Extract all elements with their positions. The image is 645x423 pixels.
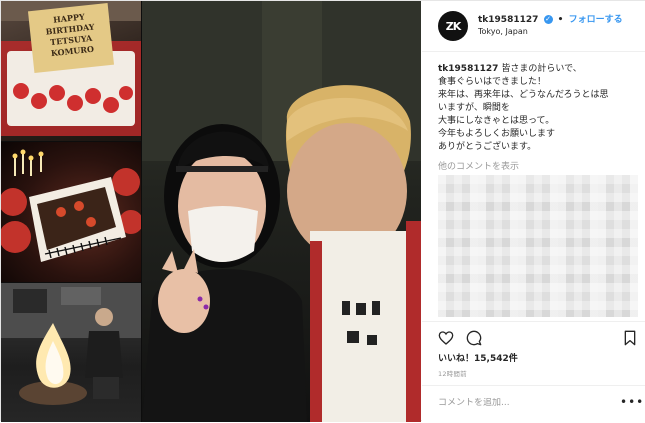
verified-badge-icon: ✓ xyxy=(543,15,553,24)
photo-bonfire xyxy=(1,283,141,422)
photo-piano-cake xyxy=(1,142,141,282)
comment-icon[interactable] xyxy=(466,330,482,346)
comments-pixelated-area xyxy=(438,175,638,317)
caption-line: tk19581127 皆さまの計らいで、 xyxy=(438,63,638,76)
caption-username-link[interactable]: tk19581127 xyxy=(438,64,498,74)
caption-line: 来年は、再来年は、どうなんだろうとは思 xyxy=(438,90,609,100)
comment-input[interactable] xyxy=(438,398,608,408)
post-header: ZK tk19581127 ✓ • フォローする Tokyo, Japan xyxy=(422,1,645,52)
photo-birthday-cake: HAPPY BIRTHDAY TETSUYA KOMURO xyxy=(1,1,141,141)
header-user-row: tk19581127 ✓ • フォローする xyxy=(478,12,623,25)
caption-line: 大事にしなきゃとは思って。 xyxy=(438,116,555,126)
likes-count[interactable]: いいね！15,542件 xyxy=(438,351,518,364)
caption-line: ありがとうございます。 xyxy=(438,142,537,152)
post-image[interactable]: HAPPY BIRTHDAY TETSUYA KOMURO xyxy=(1,1,421,422)
caption-text: 皆さまの計らいで、 xyxy=(501,64,582,74)
view-more-comments-link[interactable]: 他のコメントを表示 xyxy=(438,159,519,172)
separator-dot: • xyxy=(557,15,564,25)
post-info-panel: ZK tk19581127 ✓ • フォローする Tokyo, Japan tk… xyxy=(422,1,645,422)
photo-two-people xyxy=(142,1,421,422)
heart-icon[interactable] xyxy=(438,330,454,346)
bookmark-icon[interactable] xyxy=(622,330,638,346)
follow-button[interactable]: フォローする xyxy=(569,15,623,25)
caption-line: 今年もよろしくお願いします xyxy=(438,129,556,139)
caption-line: 食事ぐらいはできました！ xyxy=(438,77,547,87)
more-options-icon[interactable]: ••• xyxy=(620,395,644,409)
instagram-post: HAPPY BIRTHDAY TETSUYA KOMURO ZK tk19581… xyxy=(0,0,645,422)
username-link[interactable]: tk19581127 xyxy=(478,15,538,25)
avatar[interactable]: ZK xyxy=(438,11,468,41)
post-timestamp: 12時間前 xyxy=(438,370,467,378)
collage-column: HAPPY BIRTHDAY TETSUYA KOMURO xyxy=(1,1,141,422)
location-link[interactable]: Tokyo, Japan xyxy=(478,27,528,36)
action-bar xyxy=(422,321,645,352)
add-comment-bar: ••• xyxy=(422,385,645,423)
post-caption: tk19581127 皆さまの計らいで、 食事ぐらいはできました！ 来年は、再来年… xyxy=(438,63,638,154)
cake-message-plaque: HAPPY BIRTHDAY TETSUYA KOMURO xyxy=(27,2,115,74)
caption-line: いますが、瞬間を xyxy=(438,103,510,113)
